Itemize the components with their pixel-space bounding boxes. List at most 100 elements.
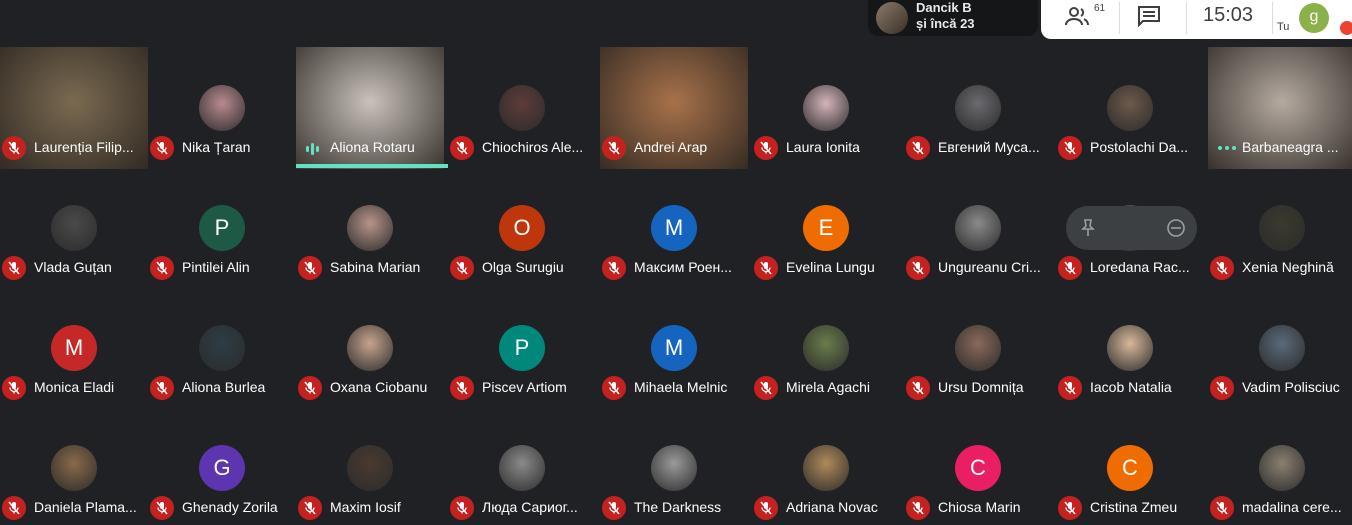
mic-off-icon xyxy=(602,496,626,520)
mic-off-icon xyxy=(1058,136,1082,160)
participant-avatar xyxy=(199,325,245,371)
participant-name: Chiochiros Ale... xyxy=(482,139,584,155)
participant-avatar xyxy=(51,205,97,251)
participant-tile[interactable]: E Evelina Lungu xyxy=(752,167,900,285)
participant-tile[interactable]: C Chiosa Marin xyxy=(904,407,1052,525)
participant-name: Максим Роен... xyxy=(634,259,732,275)
participant-name: Iacob Natalia xyxy=(1090,379,1172,395)
participant-name: Mirela Agachi xyxy=(786,379,871,395)
mic-off-icon xyxy=(1210,496,1234,520)
participant-tile[interactable]: C Cristina Zmeu xyxy=(1056,407,1204,525)
participant-avatar xyxy=(955,205,1001,251)
participant-tile[interactable]: Люда Сариог... xyxy=(448,407,596,525)
participants-count: 61 xyxy=(1094,3,1106,14)
participant-tile[interactable]: Sabina Marian xyxy=(296,167,444,285)
mic-off-icon xyxy=(754,496,778,520)
participant-name: madalina cere... xyxy=(1242,499,1342,515)
participant-tile[interactable]: M Monica Eladi xyxy=(0,287,148,405)
participant-tile[interactable]: Евгений Муса... xyxy=(904,47,1052,165)
divider xyxy=(1272,2,1273,34)
participant-tile[interactable]: The Darkness xyxy=(600,407,748,525)
pin-icon[interactable] xyxy=(1078,218,1098,238)
participant-name: Olga Surugiu xyxy=(482,259,564,275)
mic-off-icon xyxy=(450,496,474,520)
participant-name: Piscev Artiom xyxy=(482,379,567,395)
participant-avatar xyxy=(1259,325,1305,371)
participant-tile[interactable]: Iacob Natalia xyxy=(1056,287,1204,405)
participant-tile[interactable]: Laura Ionita xyxy=(752,47,900,165)
participant-tile[interactable]: Andrei Arap xyxy=(600,47,748,169)
participant-tile[interactable]: madalina cere... xyxy=(1208,407,1352,525)
mic-off-icon xyxy=(450,376,474,400)
participant-tile[interactable]: P Piscev Artiom xyxy=(448,287,596,405)
remove-icon[interactable] xyxy=(1166,218,1186,238)
participant-name: Barbaneagra ... xyxy=(1242,139,1339,155)
participant-name: Oxana Ciobanu xyxy=(330,379,428,395)
participant-name: Ungureanu Cri... xyxy=(938,259,1041,275)
participants-icon[interactable] xyxy=(1063,5,1091,27)
participant-avatar xyxy=(803,325,849,371)
participant-tile[interactable]: Aliona Rotaru xyxy=(296,47,444,169)
participant-avatar xyxy=(347,205,393,251)
participant-avatar xyxy=(1107,85,1153,131)
participant-name: Евгений Муса... xyxy=(938,139,1040,155)
mic-off-icon xyxy=(754,256,778,280)
participant-name: Chiosa Marin xyxy=(938,499,1021,515)
tile-hover-controls xyxy=(1066,206,1197,250)
participant-avatar xyxy=(347,445,393,491)
participant-name: Ursu Domnița xyxy=(938,379,1024,395)
presenter-chip[interactable]: Dancik B și încă 23 xyxy=(868,0,1038,36)
participant-tile[interactable]: Nika Țaran xyxy=(148,47,296,165)
chat-icon[interactable] xyxy=(1137,5,1161,27)
presenter-avatar xyxy=(876,2,908,34)
participant-tile[interactable]: Barbaneagra ... xyxy=(1208,47,1352,169)
mic-off-icon xyxy=(754,136,778,160)
participant-name: Ghenady Zorila xyxy=(182,499,278,515)
participant-name: Evelina Lungu xyxy=(786,259,875,275)
self-mic-off-icon xyxy=(1340,21,1352,35)
top-right-panel: 61 15:03 g Tu xyxy=(1041,0,1352,39)
participant-name: Люда Сариог... xyxy=(482,499,578,515)
mic-off-icon xyxy=(2,496,26,520)
mic-off-icon xyxy=(1058,256,1082,280)
participant-tile[interactable]: Vadim Polisciuc xyxy=(1208,287,1352,405)
mic-off-icon xyxy=(602,256,626,280)
participant-name: Xenia Neghină xyxy=(1242,259,1334,275)
participant-initial-avatar: M xyxy=(651,325,697,371)
participant-tile[interactable]: O Olga Surugiu xyxy=(448,167,596,285)
mic-off-icon xyxy=(150,136,174,160)
participant-name: Laurenția Filip... xyxy=(34,139,134,155)
participant-tile[interactable]: Laurenția Filip... xyxy=(0,47,148,169)
active-speaker-indicator xyxy=(296,164,448,168)
participant-tile[interactable]: Maxim Iosif xyxy=(296,407,444,525)
participant-name: Cristina Zmeu xyxy=(1090,499,1178,515)
participant-tile[interactable]: Oxana Ciobanu xyxy=(296,287,444,405)
participant-tile[interactable]: Chiochiros Ale... xyxy=(448,47,596,165)
participant-avatar xyxy=(1259,445,1305,491)
participant-tile[interactable]: Daniela Plama... xyxy=(0,407,148,525)
participant-name: Mihaela Melnic xyxy=(634,379,728,395)
participant-tile[interactable]: Adriana Novac xyxy=(752,407,900,525)
participant-tile[interactable]: G Ghenady Zorila xyxy=(148,407,296,525)
participant-tile[interactable]: Ursu Domnița xyxy=(904,287,1052,405)
participant-tile[interactable]: M Mihaela Melnic xyxy=(600,287,748,405)
participant-tile[interactable]: M Максим Роен... xyxy=(600,167,748,285)
participant-tile[interactable]: P Pintilei Alin xyxy=(148,167,296,285)
participant-tile[interactable]: Vlada Guțan xyxy=(0,167,148,285)
participant-tile[interactable]: Aliona Burlea xyxy=(148,287,296,405)
self-avatar[interactable]: g xyxy=(1299,3,1329,33)
mic-off-icon xyxy=(150,256,174,280)
participant-avatar xyxy=(803,85,849,131)
mic-off-icon xyxy=(906,136,930,160)
audio-level-icon xyxy=(1218,146,1238,152)
participant-name: Aliona Rotaru xyxy=(330,139,415,155)
mic-off-icon xyxy=(298,256,322,280)
participant-name: The Darkness xyxy=(634,499,722,515)
participant-tile[interactable]: Postolachi Da... xyxy=(1056,47,1204,165)
participant-tile[interactable]: Mirela Agachi xyxy=(752,287,900,405)
participant-name: Aliona Burlea xyxy=(182,379,266,395)
participant-tile[interactable]: Xenia Neghină xyxy=(1208,167,1352,285)
participant-tile[interactable]: Ungureanu Cri... xyxy=(904,167,1052,285)
participant-initial-avatar: G xyxy=(199,445,245,491)
participant-name: Andrei Arap xyxy=(634,139,708,155)
